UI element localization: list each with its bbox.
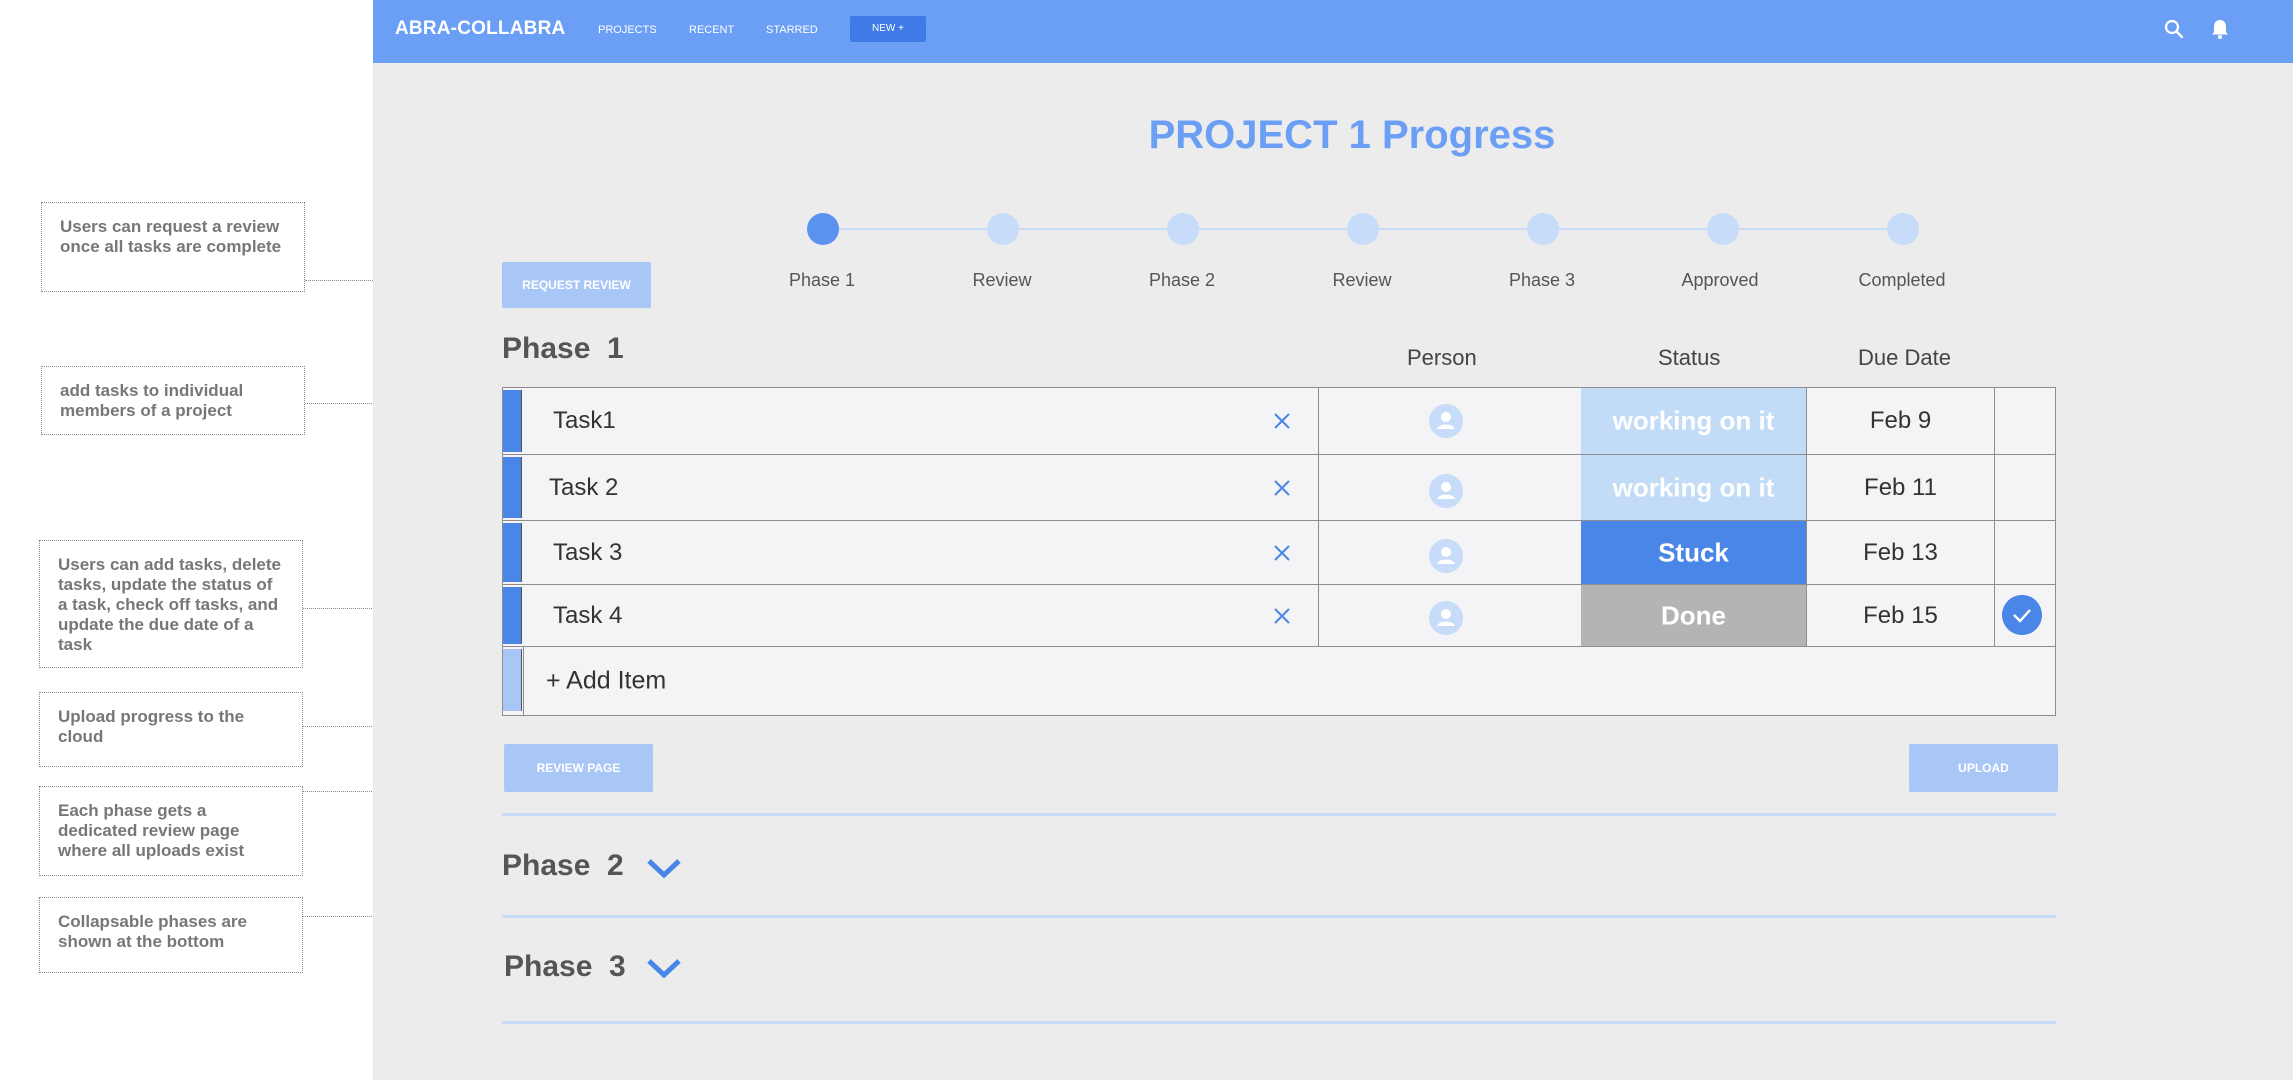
- task-name-cell[interactable]: Task 3: [523, 521, 1317, 584]
- task-row[interactable]: Task 3 Stuck Feb 13: [503, 521, 2055, 585]
- brand-logo[interactable]: ABRA-COLLABRA: [395, 18, 565, 40]
- search-icon[interactable]: [2163, 18, 2185, 40]
- step-label-completed: Completed: [1858, 270, 1946, 290]
- step-label-phase-2: Phase 2: [1148, 270, 1216, 290]
- task-row[interactable]: Task 2 working on it Feb 11: [503, 455, 2055, 521]
- request-review-button[interactable]: REQUEST REVIEW: [502, 262, 651, 308]
- step-dot-phase-1[interactable]: [807, 213, 839, 245]
- person-avatar-icon[interactable]: [1429, 474, 1463, 508]
- person-cell[interactable]: [1318, 388, 1580, 454]
- status-cell[interactable]: Stuck: [1581, 521, 1806, 584]
- step-dot-review-2[interactable]: [1347, 213, 1379, 245]
- section-divider: [502, 1021, 2056, 1024]
- person-avatar-icon[interactable]: [1429, 539, 1463, 573]
- delete-task-icon[interactable]: [1273, 544, 1291, 562]
- review-page-button[interactable]: REVIEW PAGE: [504, 744, 653, 792]
- step-dot-phase-2[interactable]: [1167, 213, 1199, 245]
- due-date[interactable]: Feb 15: [1807, 602, 1994, 630]
- annotation-upload: Upload progress to the cloud: [39, 692, 303, 767]
- task-row[interactable]: Task 4 Done Feb 15: [503, 585, 2055, 647]
- check-cell[interactable]: [1994, 585, 2055, 646]
- app-window: ABRA-COLLABRA PROJECTS RECENT STARRED NE…: [373, 0, 2293, 1080]
- top-nav-bar: ABRA-COLLABRA PROJECTS RECENT STARRED NE…: [373, 0, 2293, 63]
- step-label-phase-3: Phase 3: [1508, 270, 1576, 290]
- bell-icon[interactable]: [2209, 18, 2231, 40]
- task-name-cell[interactable]: Task1: [523, 388, 1317, 454]
- person-avatar-icon[interactable]: [1429, 601, 1463, 635]
- task-name[interactable]: Task 4: [553, 602, 622, 630]
- status-label: working on it: [1612, 472, 1775, 502]
- status-label: Done: [1661, 600, 1726, 630]
- row-color-bar: [503, 587, 522, 644]
- row-color-bar: [503, 523, 522, 582]
- step-dot-review-1[interactable]: [987, 213, 1019, 245]
- step-dot-approved[interactable]: [1707, 213, 1739, 245]
- section-divider: [502, 915, 2056, 918]
- new-button[interactable]: NEW +: [850, 16, 926, 42]
- annotation-task-actions: Users can add tasks, delete tasks, updat…: [39, 540, 303, 668]
- annotation-review-page: Each phase gets a dedicated review page …: [39, 786, 303, 876]
- checkmark-icon[interactable]: [2002, 595, 2042, 635]
- delete-task-icon[interactable]: [1273, 607, 1291, 625]
- step-label-review-2: Review: [1332, 270, 1392, 290]
- person-cell[interactable]: [1318, 455, 1580, 520]
- nav-starred[interactable]: STARRED: [766, 24, 818, 36]
- due-date-cell[interactable]: Feb 9: [1806, 388, 1994, 454]
- step-dot-phase-3[interactable]: [1527, 213, 1559, 245]
- person-cell[interactable]: [1318, 585, 1580, 646]
- add-item-button[interactable]: + Add Item: [546, 667, 666, 696]
- column-person: Person: [1407, 345, 1477, 370]
- task-row[interactable]: Task1 working on it Feb 9: [503, 388, 2055, 455]
- row-color-bar: [503, 457, 522, 518]
- status-label: working on it: [1612, 405, 1775, 436]
- step-label-phase-1: Phase 1: [788, 270, 856, 290]
- nav-projects[interactable]: PROJECTS: [598, 24, 657, 36]
- annotation-assign-tasks: add tasks to individual members of a pro…: [41, 366, 305, 435]
- annotation-request-review: Users can request a review once all task…: [41, 202, 305, 292]
- due-date-cell[interactable]: Feb 13: [1806, 521, 1994, 584]
- add-item-cell[interactable]: + Add Item: [523, 647, 2055, 715]
- step-label-review-1: Review: [972, 270, 1032, 290]
- due-date[interactable]: Feb 11: [1807, 474, 1994, 502]
- section-divider: [502, 813, 2056, 816]
- task-table: Task1 working on it Feb 9 Task 2 working…: [502, 387, 2056, 716]
- step-dot-completed[interactable]: [1887, 213, 1919, 245]
- phase-1-title: Phase 1: [502, 332, 624, 365]
- delete-task-icon[interactable]: [1273, 412, 1291, 430]
- due-date-cell[interactable]: Feb 11: [1806, 455, 1994, 520]
- check-cell[interactable]: [1994, 388, 2055, 454]
- check-cell[interactable]: [1994, 521, 2055, 584]
- column-due-date: Due Date: [1858, 345, 1951, 370]
- chevron-down-icon[interactable]: [646, 957, 682, 979]
- status-cell[interactable]: Done: [1581, 585, 1806, 646]
- due-date-cell[interactable]: Feb 15: [1806, 585, 1994, 646]
- check-cell[interactable]: [1994, 455, 2055, 520]
- due-date[interactable]: Feb 13: [1807, 539, 1994, 567]
- task-name[interactable]: Task 2: [549, 474, 618, 502]
- nav-recent[interactable]: RECENT: [689, 24, 734, 36]
- add-item-row[interactable]: + Add Item: [503, 647, 2055, 715]
- task-name-cell[interactable]: Task 4: [523, 585, 1317, 646]
- status-label: Stuck: [1658, 537, 1729, 567]
- task-name[interactable]: Task1: [553, 407, 616, 435]
- status-cell[interactable]: working on it: [1581, 388, 1806, 454]
- task-name-cell[interactable]: Task 2: [523, 455, 1317, 520]
- person-cell[interactable]: [1318, 521, 1580, 584]
- upload-button[interactable]: UPLOAD: [1909, 744, 2058, 792]
- status-cell[interactable]: working on it: [1581, 455, 1806, 520]
- task-name[interactable]: Task 3: [553, 539, 622, 567]
- column-status: Status: [1658, 345, 1721, 370]
- due-date[interactable]: Feb 9: [1807, 407, 1994, 435]
- annotation-collapsable: Collapsable phases are shown at the bott…: [39, 897, 303, 973]
- phase-2-title[interactable]: Phase 2: [502, 849, 624, 883]
- page-title: PROJECT 1 Progress: [1148, 113, 1556, 157]
- step-label-approved: Approved: [1681, 270, 1759, 290]
- row-color-bar: [503, 649, 522, 711]
- delete-task-icon[interactable]: [1273, 479, 1291, 497]
- phase-3-title[interactable]: Phase 3: [504, 950, 626, 984]
- row-color-bar: [503, 390, 522, 452]
- person-avatar-icon[interactable]: [1429, 404, 1463, 438]
- chevron-down-icon[interactable]: [646, 857, 682, 879]
